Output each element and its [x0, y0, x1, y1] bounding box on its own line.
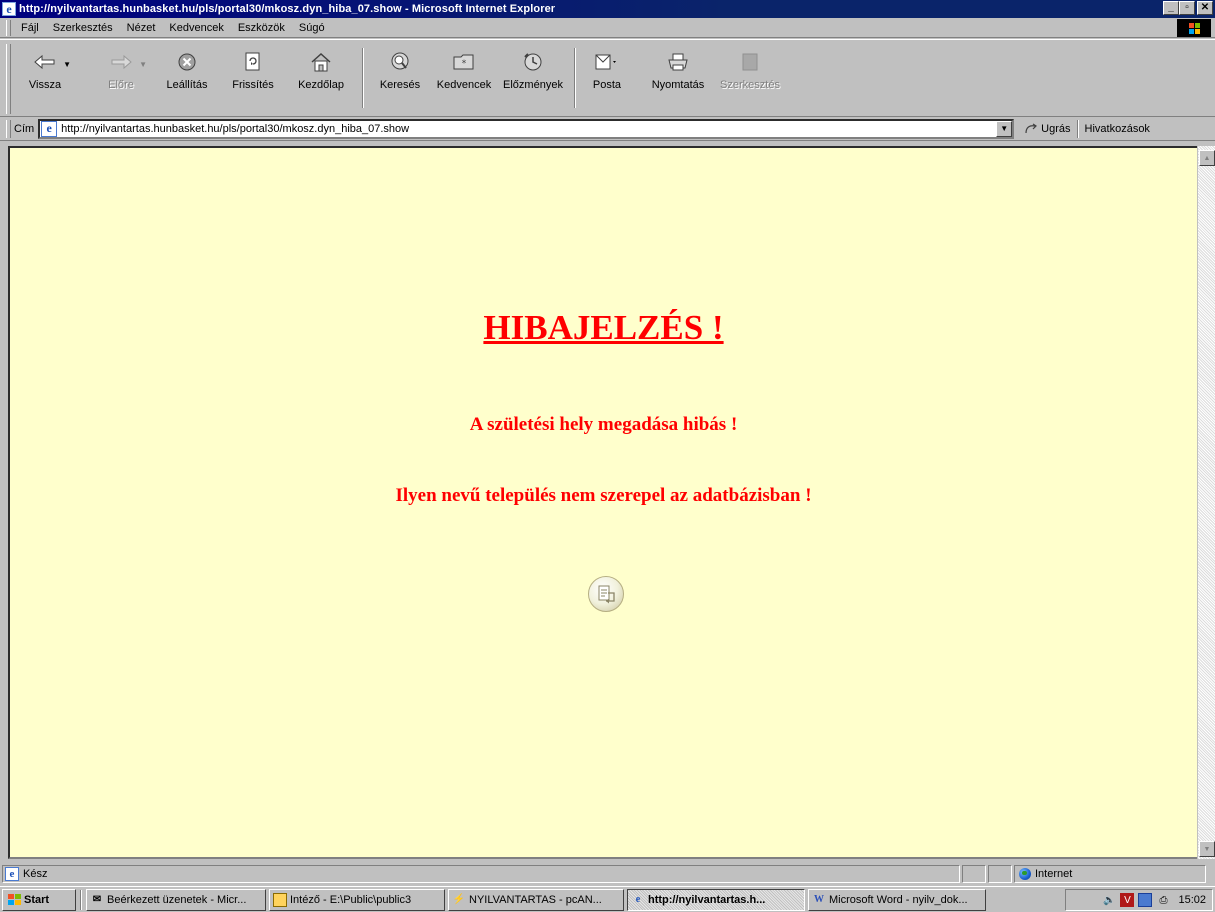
maximize-button[interactable]: ▫ — [1179, 1, 1195, 15]
go-label: Ugrás — [1041, 122, 1071, 135]
windows-logo-icon — [1177, 19, 1211, 37]
menu-edit[interactable]: Szerkesztés — [46, 22, 120, 34]
favorites-folder-icon: * — [452, 50, 476, 74]
scroll-up-button[interactable]: ▲ — [1199, 150, 1215, 166]
vertical-scrollbar[interactable]: ▲ ▼ — [1197, 146, 1215, 859]
printer-tray-icon[interactable]: ⎙ — [1156, 893, 1170, 907]
history-button[interactable]: Előzmények — [498, 40, 568, 118]
word-icon: W — [814, 894, 824, 905]
home-button[interactable]: Kezdőlap — [286, 40, 356, 118]
back-arrow-icon: ▼ — [33, 50, 71, 74]
stop-button[interactable]: Leállítás — [154, 40, 220, 118]
svg-text:*: * — [462, 59, 467, 69]
printer-icon — [666, 50, 690, 74]
toolbar-separator — [574, 48, 576, 108]
mail-icon — [595, 50, 619, 74]
address-separator — [1076, 119, 1079, 138]
menu-help[interactable]: Súgó — [292, 22, 332, 34]
history-icon — [521, 50, 545, 74]
volume-icon[interactable]: 🔈 — [1102, 893, 1116, 907]
minimize-button[interactable]: _ — [1163, 1, 1179, 15]
address-url: http://nyilvantartas.hunbasket.hu/pls/po… — [61, 122, 410, 135]
taskbar-item-word[interactable]: W Microsoft Word - nyilv_dok... — [808, 888, 986, 911]
window-title-bar[interactable]: e http://nyilvantartas.hunbasket.hu/pls/… — [0, 0, 1215, 18]
close-button[interactable]: ✕ — [1197, 1, 1213, 15]
system-tray: 🔈 V ⎙ 15:02 — [1065, 889, 1213, 911]
back-button[interactable]: ▼ Vissza — [14, 40, 76, 118]
mail-button[interactable]: Posta — [582, 40, 632, 118]
address-dropdown-button[interactable]: ▼ — [996, 120, 1013, 137]
error-message-birthplace: A születési hely megadása hibás ! — [469, 414, 738, 435]
toolbar: ▼ Vissza ▼ Előre Leállítás Frissítés Kez… — [0, 39, 1215, 117]
page-icon: e — [41, 120, 58, 137]
search-button[interactable]: Keresés — [370, 40, 430, 118]
error-message-settlement: Ilyen nevű település nem szerepel az ada… — [395, 485, 812, 506]
pcanywhere-icon: ⚡ — [452, 894, 466, 905]
edit-button[interactable]: Szerkesztés — [714, 40, 786, 118]
menu-view[interactable]: Nézet — [120, 22, 163, 34]
explorer-icon — [273, 892, 287, 907]
back-link-icon[interactable] — [588, 576, 624, 612]
taskbar-item-explorer[interactable]: Intéző - E:\Public\public3 — [269, 888, 445, 911]
print-button[interactable]: Nyomtatás — [642, 40, 714, 118]
antivirus-icon[interactable]: V — [1120, 893, 1135, 907]
forward-arrow-icon: ▼ — [109, 50, 147, 74]
home-icon — [309, 50, 333, 74]
status-panel — [962, 865, 986, 883]
taskbar-separator — [80, 889, 82, 910]
address-bar: Cím e http://nyilvantartas.hunbasket.hu/… — [0, 117, 1215, 141]
toolbar-separator — [362, 48, 364, 108]
taskbar-item-pcanywhere[interactable]: ⚡ NYILVANTARTAS - pcAN... — [448, 888, 624, 911]
window-title: http://nyilvantartas.hunbasket.hu/pls/po… — [19, 3, 556, 15]
taskbar: Start ✉ Beérkezett üzenetek - Micr... In… — [0, 886, 1215, 912]
security-zone-panel: Internet — [1014, 865, 1206, 883]
menu-favorites[interactable]: Kedvencek — [162, 22, 230, 34]
status-main-panel: e Kész — [2, 865, 960, 883]
go-arrow-icon — [1025, 123, 1038, 133]
windows-flag-icon — [7, 894, 21, 906]
forward-button[interactable]: ▼ Előre — [88, 40, 154, 118]
ie-icon: e — [2, 2, 16, 16]
network-icon[interactable] — [1138, 893, 1153, 907]
refresh-button[interactable]: Frissítés — [220, 40, 286, 118]
clock[interactable]: 15:02 — [1178, 894, 1206, 906]
globe-icon — [1019, 868, 1031, 880]
page-status-icon: e — [5, 867, 19, 881]
go-button[interactable]: Ugrás — [1024, 122, 1071, 135]
menu-bar: Fájl Szerkesztés Nézet Kedvencek Eszközö… — [0, 18, 1215, 38]
status-text: Kész — [23, 868, 48, 880]
zone-label: Internet — [1035, 868, 1073, 880]
start-label: Start — [24, 893, 50, 906]
taskbar-item-inbox[interactable]: ✉ Beérkezett üzenetek - Micr... — [86, 888, 266, 911]
refresh-icon — [241, 50, 265, 74]
edit-icon — [738, 50, 762, 74]
ie-icon: e — [635, 894, 641, 905]
search-icon — [388, 50, 412, 74]
scroll-down-button[interactable]: ▼ — [1199, 841, 1215, 857]
links-button[interactable]: Hivatkozások — [1085, 123, 1150, 135]
favorites-button[interactable]: * Kedvencek — [430, 40, 498, 118]
taskbar-item-internet-explorer[interactable]: e http://nyilvantartas.h... — [627, 888, 805, 911]
stop-icon — [175, 50, 199, 74]
start-button[interactable]: Start — [2, 888, 76, 911]
page-content: HIBAJELZÉS ! A születési hely megadása h… — [8, 146, 1199, 859]
inbox-icon: ✉ — [92, 894, 102, 905]
address-label: Cím — [14, 122, 35, 135]
status-panel — [988, 865, 1012, 883]
menu-file[interactable]: Fájl — [14, 22, 46, 34]
status-bar: e Kész Internet — [0, 864, 1215, 884]
error-heading: HIBAJELZÉS ! — [483, 308, 724, 347]
address-input[interactable]: e http://nyilvantartas.hunbasket.hu/pls/… — [38, 118, 1015, 139]
menu-tools[interactable]: Eszközök — [231, 22, 292, 34]
